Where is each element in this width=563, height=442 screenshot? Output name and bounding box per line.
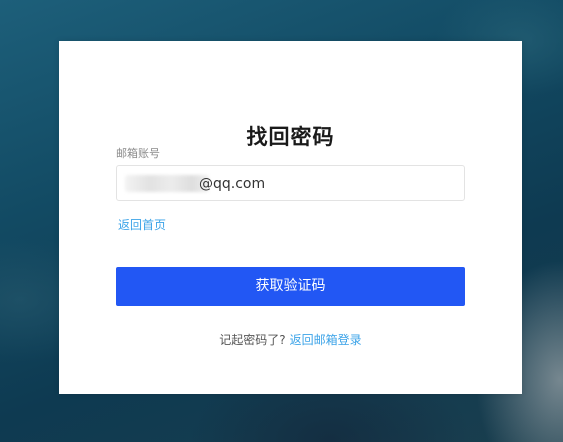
footer-line: 记起密码了? 返回邮箱登录 (59, 332, 522, 348)
get-verification-code-button[interactable]: 获取验证码 (116, 267, 465, 306)
back-to-email-login-link[interactable]: 返回邮箱登录 (290, 333, 362, 347)
reset-password-card: 找回密码 邮箱账号 @qq.com 返回首页 获取验证码 记起密码了? 返回邮箱登… (59, 41, 522, 394)
email-field[interactable]: @qq.com (116, 165, 465, 201)
email-field-value: @qq.com (199, 176, 266, 192)
footer-question: 记起密码了? (219, 333, 286, 347)
email-field-label: 邮箱账号 (116, 147, 160, 160)
back-home-link[interactable]: 返回首页 (118, 217, 166, 233)
redacted-username-blur (125, 175, 209, 192)
